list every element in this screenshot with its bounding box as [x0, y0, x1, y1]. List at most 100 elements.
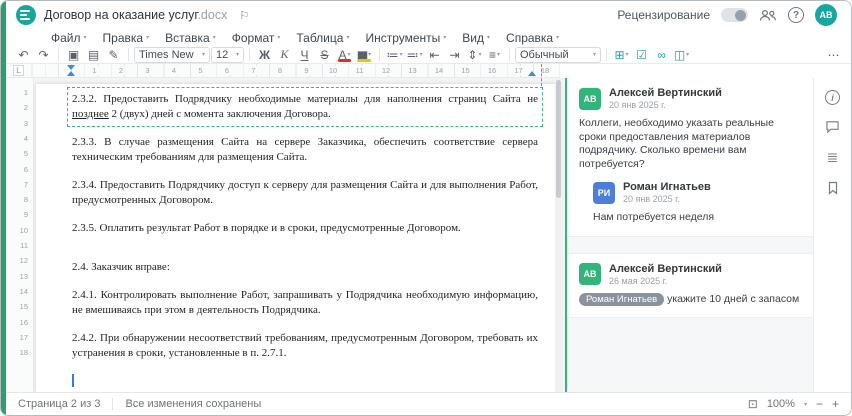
align-button[interactable]: ≡ ▾ — [485, 47, 504, 63]
first-line-indent-marker[interactable] — [67, 65, 75, 70]
ruler-number: 7 — [23, 179, 28, 189]
paragraph-style-select[interactable]: Обычный ▾ — [515, 46, 601, 63]
toolbar-divider — [509, 48, 510, 61]
bullet-list-button[interactable]: ≔ ▾ — [385, 47, 404, 63]
font-family-select-value: Times New — [139, 48, 194, 61]
ruler-number: 13 — [19, 271, 28, 281]
zoom-in-button[interactable]: + — [832, 397, 839, 411]
insert-table-button[interactable]: ⊞ ▾ — [612, 47, 631, 63]
zoom-out-button[interactable]: − — [816, 397, 823, 411]
italic-icon: К — [280, 47, 289, 61]
avatar: АВ — [579, 87, 601, 110]
format-painter-icon: ✎ — [108, 47, 119, 62]
navigation-icon[interactable]: ≣ — [827, 149, 839, 166]
avatar: АВ — [579, 263, 601, 285]
review-toggle[interactable] — [721, 8, 748, 22]
increase-indent-button[interactable]: ⇥ — [445, 47, 464, 63]
copy-button[interactable]: ▣ — [64, 47, 83, 63]
info-icon[interactable]: i — [825, 90, 840, 105]
v-ruler: 1 2 3 4 5 6 7 8 9 10 11 12 13 14 15 16 17 18 — [6, 78, 34, 392]
more-toolbar-button[interactable]: ⋯ — [824, 47, 843, 63]
menu-help[interactable]: Справка ▾ — [499, 31, 566, 45]
help-icon[interactable]: ? — [788, 7, 804, 23]
highlight-color-button[interactable]: ▆ ▾ — [355, 47, 374, 63]
mention-chip: Роман Игнатьев — [579, 293, 665, 306]
comment-meta: Алексей Вертинский 20 янв 2025 г. — [609, 87, 722, 110]
menu-table[interactable]: Таблица ▾ — [289, 31, 356, 45]
menu-edit[interactable]: Правка ▾ — [96, 31, 157, 45]
comment-thread[interactable]: АВ Алексей Вертинский 26 мая 2025 г. Роман … — [567, 252, 815, 318]
ruler-number: 5 — [196, 66, 205, 75]
collaborators-icon[interactable] — [759, 9, 777, 22]
scrollbar-thumb[interactable] — [556, 80, 561, 198]
app-logo-icon[interactable] — [16, 5, 36, 25]
ruler-number: 9 — [302, 66, 311, 75]
comment-date: 20 янв 2025 г. — [609, 100, 666, 110]
undo-button[interactable]: ↶ — [14, 47, 33, 63]
zoom-value[interactable]: 100% — [767, 398, 795, 410]
user-avatar[interactable]: АВ — [815, 4, 837, 26]
paragraph: 2.3.4. Предоставить Подрядчику доступ к … — [72, 178, 538, 208]
avatar: РИ — [593, 181, 615, 204]
paste-button[interactable]: ▤ — [84, 47, 103, 63]
ruler-number: 5 — [23, 149, 28, 159]
status-bar: Страница 2 из 3 Все изменения сохранены … — [6, 392, 851, 415]
ruler-number: 14 — [19, 286, 28, 296]
strikethrough-button[interactable]: S — [315, 47, 334, 63]
right-toolbar: i ≣ — [813, 78, 851, 392]
insert-image-button[interactable]: ◫ ▾ — [672, 47, 691, 63]
comment-date: 20 янв 2025 г. — [623, 194, 680, 204]
underline-button[interactable]: Ч — [295, 47, 314, 63]
font-size-select[interactable]: 12 ▾ — [211, 46, 244, 63]
line-spacing-button[interactable]: ⇕ ▾ — [465, 47, 484, 63]
font-family-select[interactable]: Times New ▾ — [134, 46, 210, 63]
bold-icon: Ж — [259, 47, 270, 62]
chevron-down-icon: ▾ — [346, 35, 350, 41]
toolbar-divider — [128, 48, 129, 61]
tab-selector[interactable]: L — [13, 65, 24, 76]
insert-checkbox-icon: ☑ — [636, 47, 647, 62]
menu-bar: Файл ▾ Правка ▾ Вставка ▾ Формат ▾ Таблица ▾ Инстр… — [6, 29, 851, 46]
menu-label: Таблица — [296, 30, 344, 45]
menu-insert[interactable]: Вставка ▾ — [158, 31, 223, 45]
font-color-button[interactable]: А ▾ — [335, 47, 354, 63]
menu-file[interactable]: Файл ▾ — [44, 31, 94, 45]
line-spacing-icon: ⇕ — [467, 47, 478, 62]
fit-page-icon[interactable]: ⊡ — [748, 397, 758, 411]
numbered-list-button[interactable]: ≕ ▾ — [405, 47, 424, 63]
redo-button[interactable]: ↷ — [34, 47, 53, 63]
vertical-scrollbar[interactable] — [555, 78, 562, 392]
page-content[interactable]: 2.3.2. Предоставить Подрядчику необходим… — [36, 84, 560, 387]
review-mode-label: Рецензирование — [617, 8, 710, 22]
format-painter-button[interactable]: ✎ — [104, 47, 123, 63]
flag-icon[interactable]: ⚐ — [239, 9, 249, 22]
author-name: Алексей Вертинский — [609, 87, 722, 99]
paragraph: 2.4.1. Контролировать выполнение Работ, … — [72, 288, 538, 318]
left-indent-marker[interactable] — [67, 71, 75, 76]
bold-button[interactable]: Ж — [255, 47, 274, 63]
document-title: Договор на оказание услуг.docx — [44, 8, 227, 22]
insert-link-button[interactable]: ∞ — [652, 47, 671, 63]
comment-anchor-line — [541, 64, 542, 86]
comment-meta: Алексей Вертинский 26 мая 2025 г. — [609, 263, 722, 286]
zoom-controls: ⊡ 100% ▾ − + — [748, 397, 839, 411]
decrease-indent-button[interactable]: ⇤ — [425, 47, 444, 63]
page-indicator[interactable]: Страница 2 из 3 — [18, 398, 100, 410]
text-segment: 2.4. Заказчик вправе: — [72, 261, 170, 273]
menu-format[interactable]: Формат ▾ — [225, 31, 288, 45]
comments-icon[interactable] — [825, 120, 840, 134]
right-indent-marker[interactable] — [528, 71, 536, 76]
bookmark-icon[interactable] — [827, 181, 839, 195]
menu-tools[interactable]: Инструменты ▾ — [358, 31, 453, 45]
italic-button[interactable]: К — [275, 47, 294, 63]
insert-checkbox-button[interactable]: ☑ — [632, 47, 651, 63]
decrease-indent-icon: ⇤ — [429, 47, 440, 62]
menu-view[interactable]: Вид ▾ — [455, 31, 497, 45]
chevron-down-icon: ▾ — [212, 35, 216, 41]
ruler-number: 7 — [249, 66, 258, 75]
comment-thread[interactable]: АВ Алексей Вертинский 20 янв 2025 г. Коллег… — [567, 78, 815, 237]
ruler-number: 13 — [406, 66, 419, 75]
ruler-number: 15 — [459, 66, 472, 75]
chevron-down-icon: ▾ — [347, 52, 351, 58]
chevron-down-icon: ▾ — [556, 35, 560, 41]
